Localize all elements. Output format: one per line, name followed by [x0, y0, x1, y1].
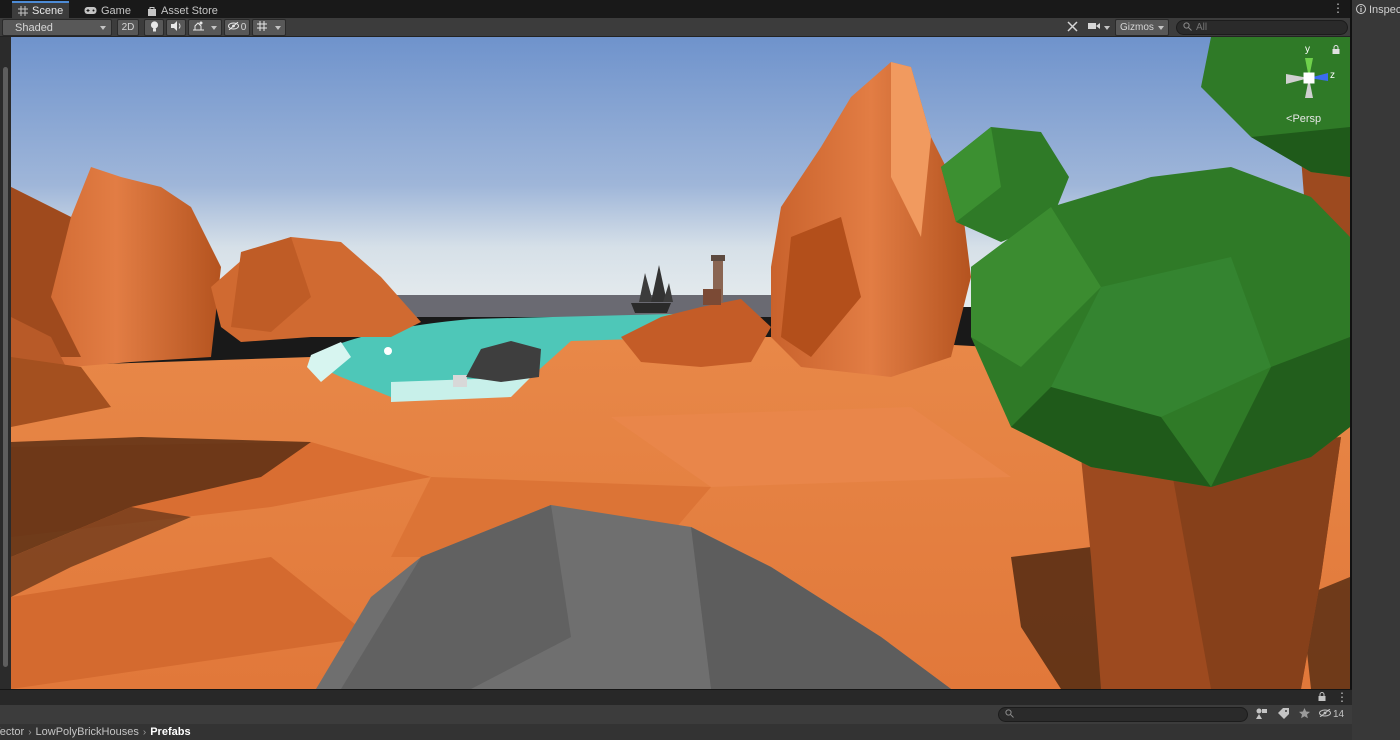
audio-toggle[interactable] — [166, 19, 186, 36]
chevron-down-icon — [275, 25, 281, 30]
chevron-right-icon: › — [28, 726, 32, 738]
search-by-label-button[interactable] — [1278, 707, 1289, 722]
breadcrumb: Vector › LowPolyBrickHouses › Prefabs — [0, 724, 1352, 740]
breadcrumb-item[interactable]: LowPolyBrickHouses — [36, 726, 139, 738]
mode-2d-toggle[interactable]: 2D — [117, 19, 139, 36]
eye-slash-icon — [227, 21, 239, 33]
effects-icon — [192, 21, 204, 34]
projection-label: Persp — [1292, 113, 1322, 125]
scene-viewport[interactable] — [11, 37, 1350, 689]
tab-label: Game — [101, 4, 131, 17]
mode-2d-label: 2D — [121, 22, 135, 33]
camera-settings-dropdown[interactable] — [1085, 19, 1113, 36]
center-cube[interactable] — [1303, 72, 1315, 84]
chevron-down-icon — [1158, 25, 1164, 30]
chevron-right-icon: › — [142, 726, 147, 738]
gizmos-label: Gizmos — [1120, 22, 1154, 33]
breadcrumb-item-current[interactable]: Prefabs — [150, 726, 190, 738]
tab-game[interactable]: Game — [78, 3, 137, 18]
project-panel-header: ⋮ — [0, 689, 1352, 705]
hidden-packages-count: 14 — [1333, 709, 1345, 720]
search-by-type-button[interactable] — [1256, 707, 1268, 722]
search-icon — [1183, 21, 1192, 34]
axis-y-label: y — [1305, 44, 1310, 55]
scene-toolbar: Shaded 2D 0 Gizmos All — [0, 18, 1352, 37]
scene-search-field[interactable] — [1176, 20, 1348, 35]
inspector-tab-label: Inspec — [1369, 4, 1400, 16]
grid-snapping-dropdown[interactable] — [252, 19, 286, 36]
tab-label: Asset Store — [161, 4, 218, 17]
favorites-button[interactable] — [1299, 707, 1310, 722]
tab-inspector[interactable]: Inspec — [1356, 2, 1400, 18]
chevron-down-icon — [1104, 25, 1110, 30]
star-icon — [1299, 707, 1310, 722]
filter-shapes-icon — [1256, 708, 1268, 722]
tag-icon — [1278, 707, 1289, 722]
grid-icon — [18, 5, 28, 16]
hidden-packages-toggle[interactable]: 14 — [1319, 707, 1344, 722]
hidden-count: 0 — [240, 22, 247, 33]
axis-z-label: z — [1330, 70, 1335, 81]
wrench-icon — [1066, 20, 1078, 35]
projection-toggle[interactable]: <Persp — [1286, 113, 1321, 125]
grid-icon — [257, 21, 267, 34]
shopping-bag-icon — [147, 6, 157, 16]
selected-cube[interactable] — [453, 375, 467, 387]
tab-scene[interactable]: Scene — [12, 1, 70, 18]
light-gizmo[interactable] — [384, 347, 392, 355]
gizmos-dropdown[interactable]: Gizmos — [1115, 19, 1169, 36]
inspector-panel — [1352, 0, 1400, 740]
search-icon — [1005, 708, 1014, 721]
scene-tab-strip: Scene Game Asset Store ⋮ — [0, 0, 1352, 18]
scene-visibility-toggle[interactable]: 0 — [224, 19, 250, 36]
lock-icon[interactable] — [1332, 45, 1340, 57]
project-search-input[interactable] — [1014, 709, 1234, 720]
panel-menu-icon[interactable]: ⋮ — [1332, 2, 1344, 14]
lock-icon[interactable] — [1318, 692, 1326, 704]
scene-render — [11, 37, 1350, 689]
tools-button[interactable] — [1062, 19, 1082, 36]
project-toolbar: 14 — [0, 705, 1352, 724]
draw-mode-label: Shaded — [15, 21, 53, 34]
project-search-field[interactable] — [998, 707, 1248, 722]
lighting-toggle[interactable] — [144, 19, 164, 36]
speaker-icon — [170, 21, 182, 34]
panel-menu-icon[interactable]: ⋮ — [1336, 690, 1348, 704]
draw-mode-dropdown[interactable]: Shaded — [2, 19, 112, 36]
scene-search-input[interactable] — [1196, 22, 1336, 33]
scene-vertical-scrollbar[interactable] — [0, 37, 11, 689]
effects-dropdown[interactable] — [188, 19, 222, 36]
tab-asset-store[interactable]: Asset Store — [141, 3, 224, 18]
tab-label: Scene — [32, 4, 64, 17]
camera-icon — [1088, 22, 1100, 33]
gamepad-icon — [84, 6, 97, 16]
eye-slash-icon — [1319, 708, 1331, 720]
lightbulb-icon — [150, 20, 159, 35]
chevron-down-icon — [100, 25, 106, 30]
scrollbar-thumb[interactable] — [3, 67, 8, 667]
info-icon — [1356, 3, 1366, 17]
chevron-down-icon — [211, 25, 218, 30]
breadcrumb-item[interactable]: Vector — [0, 726, 24, 738]
